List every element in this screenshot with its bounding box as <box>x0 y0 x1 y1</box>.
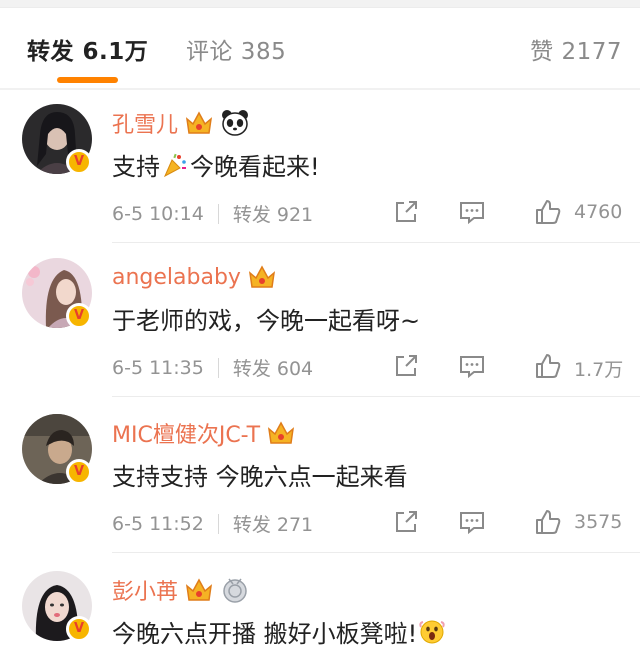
crown-badge-icon <box>185 578 213 601</box>
comment-divider <box>112 552 640 553</box>
top-strip <box>0 0 640 8</box>
verified-badge-icon: V <box>66 303 92 329</box>
tab-bar: 转发 6.1万 评论 385 赞 2177 <box>0 8 640 88</box>
comment-meta: 6-5 11:52 转发 271 <box>112 510 313 537</box>
comment-text-part: 今晚看起来! <box>190 153 320 181</box>
comment-time: 6-5 10:14 <box>112 202 204 225</box>
tab-reposts[interactable]: 转发 6.1万 <box>27 32 148 66</box>
comment-repost-count[interactable]: 转发 271 <box>233 510 313 537</box>
comment-time: 6-5 11:35 <box>112 356 204 379</box>
comment-meta: 6-5 10:14 转发 921 <box>112 200 313 227</box>
share-icon[interactable] <box>392 508 420 536</box>
comment-text: 支持 今晚看起来! <box>112 147 320 182</box>
share-icon[interactable] <box>392 352 420 380</box>
comment-text: 今晚六点开播 搬好小板凳啦! <box>112 614 447 646</box>
tabs-divider <box>0 88 640 90</box>
party-popper-icon <box>163 153 186 177</box>
share-icon[interactable] <box>392 198 420 226</box>
comment-repost-count[interactable]: 转发 921 <box>233 200 313 227</box>
meta-separator <box>217 357 219 378</box>
avatar[interactable]: V <box>22 258 92 329</box>
comment-icon[interactable] <box>458 198 486 226</box>
comment-divider <box>112 242 640 243</box>
verified-badge-icon: V <box>66 616 92 642</box>
thumbs-up-icon[interactable] <box>534 352 562 380</box>
comment-meta: 6-5 11:35 转发 604 <box>112 354 313 381</box>
active-tab-indicator <box>57 77 118 83</box>
username[interactable]: 孔雪儿 <box>112 107 178 139</box>
thumbs-up-icon[interactable] <box>534 508 562 536</box>
meta-separator <box>217 513 219 534</box>
crown-badge-icon <box>248 265 275 288</box>
verified-badge-icon: V <box>66 459 92 485</box>
comment-repost-count[interactable]: 转发 604 <box>233 354 313 381</box>
panda-icon <box>222 110 249 136</box>
comment-text-part: 今晚六点开播 搬好小板凳啦! <box>112 620 418 646</box>
verified-badge-icon: V <box>66 149 92 175</box>
medal-icon <box>223 578 247 603</box>
comment-text-part: 支持 <box>112 153 160 181</box>
screaming-face-icon <box>419 620 445 643</box>
meta-separator <box>217 203 219 224</box>
crown-badge-icon <box>268 421 295 444</box>
username[interactable]: 彭小苒 <box>112 574 178 606</box>
like-count: 3575 <box>574 511 623 533</box>
comment-text: 于老师的戏，今晚一起看呀~ <box>112 307 421 335</box>
tab-likes[interactable]: 赞 2177 <box>530 32 622 66</box>
thumbs-up-icon[interactable] <box>534 198 562 226</box>
like-count: 1.7万 <box>574 359 624 381</box>
comment-icon[interactable] <box>458 352 486 380</box>
like-count: 4760 <box>574 201 623 223</box>
avatar[interactable]: V <box>22 571 92 642</box>
comment-divider <box>112 396 640 397</box>
username[interactable]: MIC檀健次JC-T <box>112 417 260 449</box>
comment-text: 支持支持 今晚六点一起来看 <box>112 463 408 491</box>
avatar[interactable]: V <box>22 104 92 175</box>
username[interactable]: angelababy <box>112 265 241 290</box>
avatar[interactable]: V <box>22 414 92 485</box>
comment-icon[interactable] <box>458 508 486 536</box>
crown-badge-icon <box>185 111 213 134</box>
comment-time: 6-5 11:52 <box>112 512 204 535</box>
